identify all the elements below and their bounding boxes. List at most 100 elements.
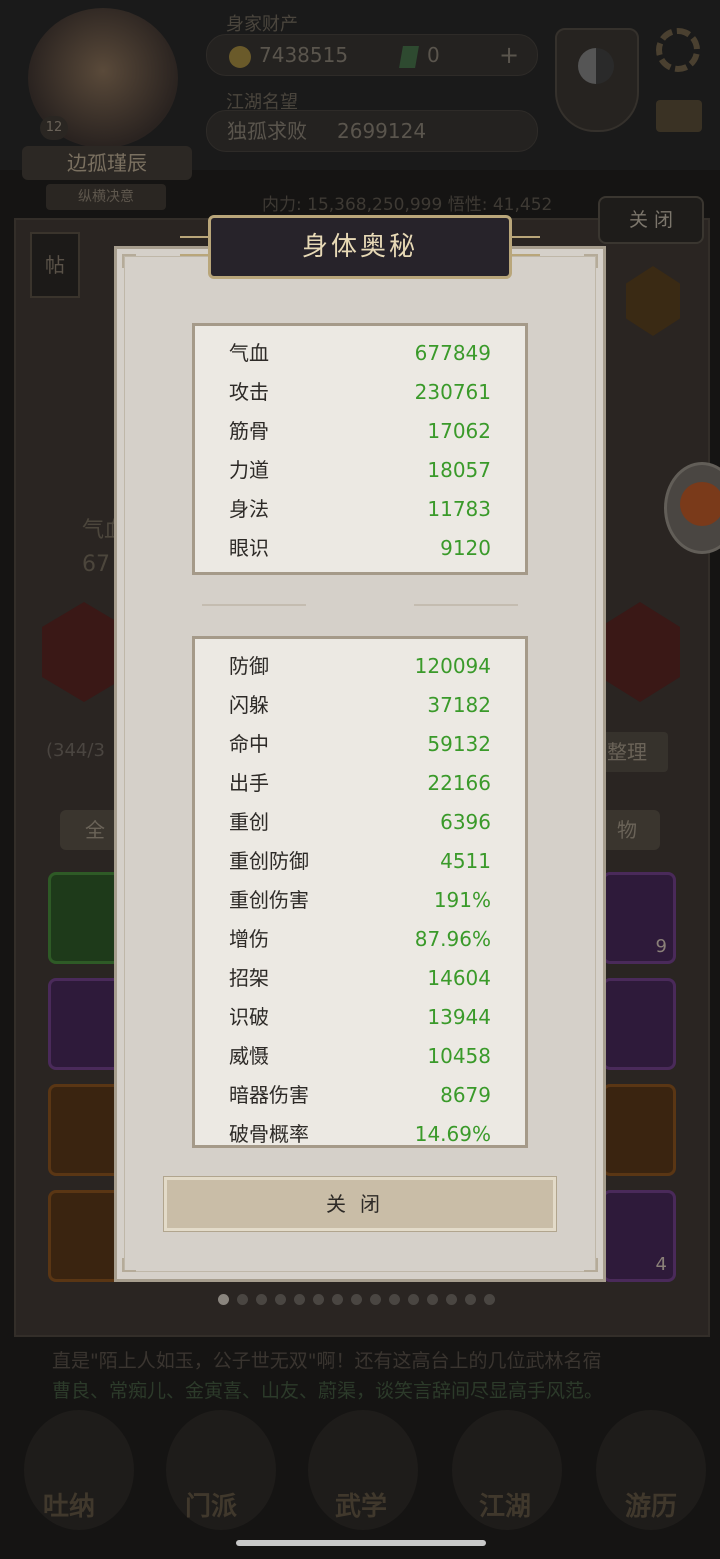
stat-value: 677849 bbox=[414, 341, 491, 365]
stat-row: 防御 120094 bbox=[195, 647, 525, 686]
stat-label: 暗器伤害 bbox=[229, 1083, 309, 1107]
invitation-card-button[interactable]: 帖 bbox=[30, 232, 80, 298]
stat-row: 命中 59132 bbox=[195, 725, 525, 764]
stat-label: 力道 bbox=[229, 458, 269, 482]
mail-icon[interactable] bbox=[656, 100, 702, 132]
currency-bar: 7438515 0 + bbox=[206, 34, 538, 76]
page-dot bbox=[351, 1294, 362, 1305]
stat-value: 59132 bbox=[427, 732, 491, 756]
stat-label: 重创伤害 bbox=[229, 888, 309, 912]
stat-row: 眼识 9120 bbox=[195, 529, 525, 568]
stat-label: 命中 bbox=[229, 732, 269, 756]
stat-value: 9120 bbox=[440, 536, 491, 560]
page-dot bbox=[313, 1294, 324, 1305]
player-sect: 纵横决意 bbox=[46, 184, 166, 210]
page-dot bbox=[389, 1294, 400, 1305]
coin-icon bbox=[229, 45, 251, 68]
page-dot bbox=[256, 1294, 267, 1305]
stat-value: 4511 bbox=[440, 849, 491, 873]
inventory-slot[interactable] bbox=[48, 978, 122, 1070]
nav-label: 江湖 bbox=[478, 1492, 531, 1522]
stat-label: 威慑 bbox=[229, 1044, 269, 1068]
inventory-slot[interactable] bbox=[48, 872, 122, 964]
wealth-label: 身家财产 bbox=[226, 14, 298, 35]
inventory-slot[interactable] bbox=[602, 1084, 676, 1176]
corner-ornament bbox=[122, 254, 136, 268]
page-dot bbox=[465, 1294, 476, 1305]
stat-row: 力道 18057 bbox=[195, 451, 525, 490]
fame-bar: 独孤求败 2699124 bbox=[206, 110, 538, 152]
stat-label: 出手 bbox=[229, 771, 269, 795]
stat-label: 重创 bbox=[229, 810, 269, 834]
close-panel-button[interactable]: 关 闭 bbox=[598, 196, 704, 244]
divider-right bbox=[414, 604, 518, 606]
nav-label: 武学 bbox=[334, 1492, 387, 1522]
advanced-stats-list[interactable]: 防御 120094 闪躲 37182 命中 59132 出手 22166 重创 6396 重创防御 4… bbox=[192, 636, 528, 1148]
stat-label: 攻击 bbox=[229, 380, 269, 404]
nav-label: 吐纳 bbox=[42, 1492, 95, 1522]
inventory-slot[interactable] bbox=[602, 978, 676, 1070]
settings-gear-icon[interactable] bbox=[656, 28, 700, 72]
page-dot bbox=[218, 1294, 229, 1305]
inventory-slot[interactable]: 4 bbox=[602, 1190, 676, 1282]
stat-row: 筋骨 17062 bbox=[195, 412, 525, 451]
inventory-slot[interactable] bbox=[48, 1190, 122, 1282]
dialog-title: 身体奥秘 bbox=[208, 215, 512, 279]
add-currency-button[interactable]: + bbox=[499, 35, 519, 75]
power-stats-line: 内力: 15,368,250,999 悟性: 41,452 bbox=[262, 195, 553, 215]
title-ornament-left bbox=[180, 236, 210, 256]
page-dot bbox=[427, 1294, 438, 1305]
stat-value: 11783 bbox=[427, 497, 491, 521]
stat-value: 22166 bbox=[427, 771, 491, 795]
stat-label: 破骨概率 bbox=[229, 1122, 309, 1146]
stat-row: 攻击 230761 bbox=[195, 373, 525, 412]
coin-value: 7438515 bbox=[259, 43, 349, 67]
stat-row: 暗器伤害 8679 bbox=[195, 1076, 525, 1115]
stat-value: 191% bbox=[433, 888, 491, 912]
stat-row: 威慑 10458 bbox=[195, 1037, 525, 1076]
page-dot bbox=[408, 1294, 419, 1305]
jade-icon bbox=[399, 45, 419, 68]
stat-label: 识破 bbox=[229, 1005, 269, 1029]
stat-row: 招架 14604 bbox=[195, 959, 525, 998]
divider-left bbox=[202, 604, 306, 606]
nav-label: 门派 bbox=[184, 1492, 237, 1522]
stat-row: 重创防御 4511 bbox=[195, 842, 525, 881]
stat-value: 37182 bbox=[427, 693, 491, 717]
swap-icon bbox=[680, 482, 720, 526]
stat-row: 出手 22166 bbox=[195, 764, 525, 803]
inventory-slot[interactable]: 9 bbox=[602, 872, 676, 964]
stat-label: 防御 bbox=[229, 654, 269, 678]
stat-value: 87.96% bbox=[414, 927, 491, 951]
home-indicator[interactable] bbox=[236, 1540, 486, 1546]
page-dot bbox=[237, 1294, 248, 1305]
jade-group: 0 bbox=[399, 35, 440, 75]
stat-row: 重创 6396 bbox=[195, 803, 525, 842]
stat-label: 身法 bbox=[229, 497, 269, 521]
story-text-line-2: 曹良、常痴儿、金寅喜、山友、蔚渠，谈笑言辞间尽显高手风范。 bbox=[52, 1380, 604, 1402]
page-dot bbox=[370, 1294, 381, 1305]
page-dot bbox=[446, 1294, 457, 1305]
corner-ornament bbox=[122, 1258, 136, 1272]
inventory-slot[interactable] bbox=[48, 1084, 122, 1176]
stat-label: 筋骨 bbox=[229, 419, 269, 443]
dialog-close-button[interactable]: 关闭 bbox=[163, 1176, 557, 1232]
bag-count: (344/3 bbox=[46, 740, 105, 761]
slot-count: 9 bbox=[655, 936, 667, 957]
nav-label: 游历 bbox=[624, 1492, 677, 1522]
page-dot bbox=[275, 1294, 286, 1305]
page-dot bbox=[294, 1294, 305, 1305]
stat-row: 识破 13944 bbox=[195, 998, 525, 1037]
stat-row: 闪躲 37182 bbox=[195, 686, 525, 725]
coin-group: 7438515 bbox=[229, 35, 348, 75]
title-ornament-right bbox=[510, 236, 540, 256]
stat-row: 重创伤害 191% bbox=[195, 881, 525, 920]
corner-ornament bbox=[584, 1258, 598, 1272]
player-name: 边孤瑾辰 bbox=[22, 146, 192, 180]
stat-value: 13944 bbox=[427, 1005, 491, 1029]
stat-value: 14604 bbox=[427, 966, 491, 990]
yin-yang-icon bbox=[578, 48, 614, 84]
stat-value: 17062 bbox=[427, 419, 491, 443]
page-dot bbox=[332, 1294, 343, 1305]
story-text-line-1: 直是"陌上人如玉，公子世无双"啊！还有这高台上的几位武林名宿 bbox=[52, 1350, 602, 1372]
